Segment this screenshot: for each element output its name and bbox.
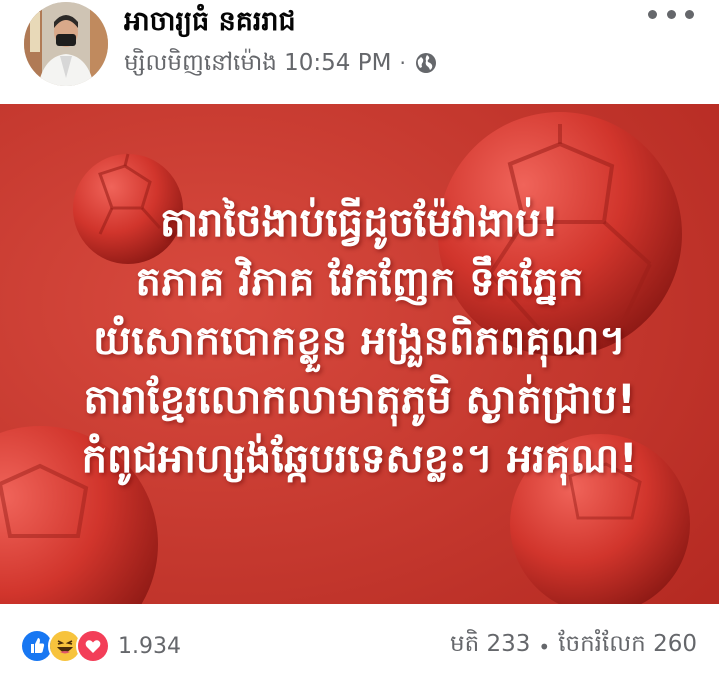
post-image[interactable]: តារាថៃងាប់ធ្វើដូចម៉ែវាងាប់! តភាគ វិភាគ វ…	[0, 104, 719, 604]
meta-separator: ·	[399, 51, 406, 75]
love-icon	[76, 629, 110, 663]
post-timestamp[interactable]: ម្សិលមិញនៅម៉ោង 10:54 PM	[124, 46, 391, 80]
caption-line: តារាខ្មែរលោកលាមាតុភូមិ ស្ងាត់ជ្រាប!	[83, 377, 636, 423]
comments-count[interactable]: មតិ 233	[450, 630, 530, 663]
post-header: អាចារ្យធំ នគររាជ ម្សិលមិញនៅម៉ោង 10:54 PM…	[0, 0, 719, 104]
author-name[interactable]: អាចារ្យធំ នគររាជ	[124, 4, 296, 40]
reactions-summary[interactable]: 1.934	[20, 628, 181, 664]
caption-line: តភាគ វិភាគ វែកញែក ទឹកភ្នែក	[135, 259, 584, 305]
caption-line: យំសោកបោកខ្លួន អង្រួនពិភពគុណ។	[93, 318, 626, 364]
post-footer: 1.934 មតិ 233 • ចែករំលែក 260	[0, 604, 719, 677]
stats-separator: •	[538, 634, 551, 659]
engagement-stats: មតិ 233 • ចែករំលែក 260	[450, 630, 697, 663]
author-avatar[interactable]	[24, 2, 108, 86]
more-dot	[685, 9, 694, 19]
globe-icon[interactable]	[414, 51, 438, 75]
reaction-count: 1.934	[118, 633, 181, 659]
caption-line: កំពូជអាហ្សង់ឆ្កែបរទេសខ្លះ។ អរគុណ!	[81, 436, 638, 482]
more-dot	[666, 9, 676, 19]
shares-count[interactable]: ចែករំលែក 260	[558, 630, 697, 663]
image-caption-text: តារាថៃងាប់ធ្វើដូចម៉ែវាងាប់! តភាគ វិភាគ វ…	[0, 194, 719, 489]
more-dot	[648, 9, 657, 19]
post-meta: ម្សិលមិញនៅម៉ោង 10:54 PM ·	[124, 46, 438, 80]
facebook-post: អាចារ្យធំ នគររាជ ម្សិលមិញនៅម៉ោង 10:54 PM…	[0, 0, 719, 677]
caption-line: តារាថៃងាប់ធ្វើដូចម៉ែវាងាប់!	[159, 200, 560, 246]
more-options-icon[interactable]	[648, 4, 694, 24]
